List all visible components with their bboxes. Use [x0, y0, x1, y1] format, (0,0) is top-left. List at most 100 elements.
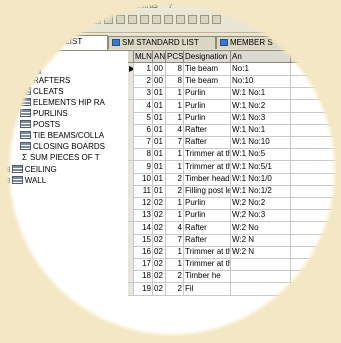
table-cell[interactable]: Tie beam: [184, 63, 231, 75]
expand-icon[interactable]: ⊞: [4, 165, 11, 174]
table-cell[interactable]: Trimmer at the to: [184, 148, 231, 161]
table-cell[interactable]: Trimmer at the to: [184, 246, 231, 258]
toolbar-button-1[interactable]: [92, 15, 101, 24]
table-cell[interactable]: 19: [134, 282, 153, 295]
table-cell[interactable]: 2: [166, 185, 184, 197]
table-row[interactable]: ▶1008Tie beamNo:1: [128, 63, 341, 76]
table-cell[interactable]: 01: [153, 185, 166, 197]
table-cell[interactable]: 10: [134, 172, 153, 185]
toolbar-button-9[interactable]: [188, 15, 197, 24]
table-cell[interactable]: W:2 N: [231, 246, 291, 258]
table-cell[interactable]: Timber header e: [184, 172, 231, 185]
table-cell[interactable]: Rafter: [184, 124, 231, 136]
table-row[interactable]: 14 02 4 Rafter W:2 No: [128, 221, 341, 235]
tree-item[interactable]: PURLINS: [20, 109, 68, 119]
tab-sm-standard-list[interactable]: SM STANDARD LIST: [108, 36, 216, 49]
table-cell[interactable]: 01: [153, 111, 166, 124]
table-row[interactable]: 9011Trimmer at the boW:1 No:5/1: [128, 160, 341, 174]
expand-icon[interactable]: ⊞: [4, 176, 11, 185]
toolbar-button-10[interactable]: [200, 15, 209, 24]
table-cell[interactable]: 8: [134, 148, 153, 161]
table-cell[interactable]: Purlin: [184, 87, 231, 100]
tree-item[interactable]: ⊞ WALL: [4, 176, 46, 186]
table-cell[interactable]: 1: [166, 209, 184, 222]
table-cell[interactable]: 02: [153, 233, 166, 246]
table-row[interactable]: 8011Trimmer at the toW:1 No:5: [128, 148, 341, 162]
table-cell[interactable]: 7: [166, 136, 184, 149]
table-row[interactable]: 15 02 7 Rafter W:2 N: [128, 233, 341, 247]
table-cell[interactable]: W:1 No:1: [231, 124, 291, 136]
table-cell[interactable]: 1: [166, 148, 184, 161]
table-cell[interactable]: 2: [166, 282, 184, 295]
table-cell[interactable]: 8: [166, 75, 184, 88]
table-cell[interactable]: 01: [153, 160, 166, 173]
table-cell[interactable]: 02: [153, 209, 166, 222]
tree-item[interactable]: ⊞ CEILING: [4, 165, 57, 175]
table-cell[interactable]: 11: [134, 185, 153, 197]
menu-extras[interactable]: extras: [136, 1, 158, 10]
table-cell[interactable]: [231, 282, 291, 295]
table-cell[interactable]: 4: [166, 124, 184, 136]
table-cell[interactable]: Filling post left: [184, 185, 231, 197]
table-cell[interactable]: 02: [153, 246, 166, 258]
table-cell[interactable]: 7: [166, 233, 184, 246]
toolbar-button-4[interactable]: [128, 15, 137, 24]
table-cell[interactable]: Trimmer at the bo: [184, 160, 231, 173]
tree-item[interactable]: CLEATS: [20, 87, 64, 97]
table-cell[interactable]: 1: [166, 111, 184, 124]
table-cell[interactable]: 00: [153, 75, 166, 88]
table-cell[interactable]: 4: [166, 221, 184, 234]
table-cell[interactable]: 02: [153, 282, 166, 295]
tree-item[interactable]: R LIST: [14, 55, 39, 65]
table-cell[interactable]: Rafter: [184, 136, 231, 149]
table-cell[interactable]: Tie beam: [184, 75, 231, 88]
table-cell[interactable]: 01: [153, 148, 166, 161]
table-cell[interactable]: 2: [134, 75, 153, 88]
table-row[interactable]: 7 01 7 Rafter W:1 No:10: [128, 136, 341, 150]
toolbar-button-3[interactable]: [116, 15, 125, 24]
table-cell[interactable]: 01: [153, 99, 166, 112]
table-cell[interactable]: Purlin: [184, 197, 231, 210]
table-cell[interactable]: 02: [153, 197, 166, 210]
table-row[interactable]: 13 02 1 Purlin W:2 No:3: [128, 209, 341, 223]
table-cell[interactable]: 6: [134, 124, 153, 136]
table-cell[interactable]: W:1 No:10: [231, 136, 291, 149]
table-cell[interactable]: 1: [166, 197, 184, 210]
table-row[interactable]: 12 02 1 Purlin W:2 No:2: [128, 197, 341, 211]
table-cell[interactable]: 1: [166, 87, 184, 100]
table-cell[interactable]: W:1 No:5/1: [231, 160, 291, 173]
toolbar-button-7[interactable]: [164, 15, 173, 24]
table-cell[interactable]: [231, 258, 291, 271]
tree-item[interactable]: Σ SUM PIECES OF T: [20, 153, 100, 163]
tree-item[interactable]: CLOSING BOARDS: [20, 142, 105, 152]
table-cell[interactable]: 1: [166, 246, 184, 258]
column-header[interactable]: Designation: [184, 51, 231, 62]
tree-item[interactable]: TIE BEAMS/COLLA: [20, 131, 104, 141]
column-header[interactable]: ANO: [153, 51, 166, 62]
table-cell[interactable]: W:1 No:5: [231, 148, 291, 161]
table-cell[interactable]: 16: [134, 246, 153, 258]
menu-help[interactable]: ?: [168, 1, 172, 10]
table-cell[interactable]: W:2 No:3: [231, 209, 291, 222]
table-cell[interactable]: 1: [166, 99, 184, 112]
toolbar-button-8[interactable]: [176, 15, 185, 24]
tree-item[interactable]: ELEMENTS HIP RA: [20, 98, 105, 108]
table-cell[interactable]: Rafter: [184, 233, 231, 246]
toolbar-button-11[interactable]: [212, 15, 221, 24]
toolbar-button-5[interactable]: [140, 15, 149, 24]
table-cell[interactable]: Rafter: [184, 221, 231, 234]
table-cell[interactable]: 02: [153, 270, 166, 283]
table-row[interactable]: 2 00 8 Tie beam No:10: [128, 75, 341, 89]
table-row[interactable]: 18 02 2 Timber he: [128, 270, 341, 284]
table-cell[interactable]: W:1 No:1/2: [231, 185, 291, 197]
table-cell[interactable]: 7: [134, 136, 153, 149]
table-cell[interactable]: Purlin: [184, 99, 231, 112]
table-cell[interactable]: 1: [166, 258, 184, 271]
table-cell[interactable]: W:2 N: [231, 233, 291, 246]
table-cell[interactable]: 8: [166, 63, 184, 75]
column-header[interactable]: An: [231, 51, 291, 62]
table-cell[interactable]: 2: [166, 172, 184, 185]
table-cell[interactable]: 5: [134, 111, 153, 124]
tree-item[interactable]: ROOF: [14, 65, 42, 75]
tab-ad-list[interactable]: AD LIST: [48, 35, 108, 50]
